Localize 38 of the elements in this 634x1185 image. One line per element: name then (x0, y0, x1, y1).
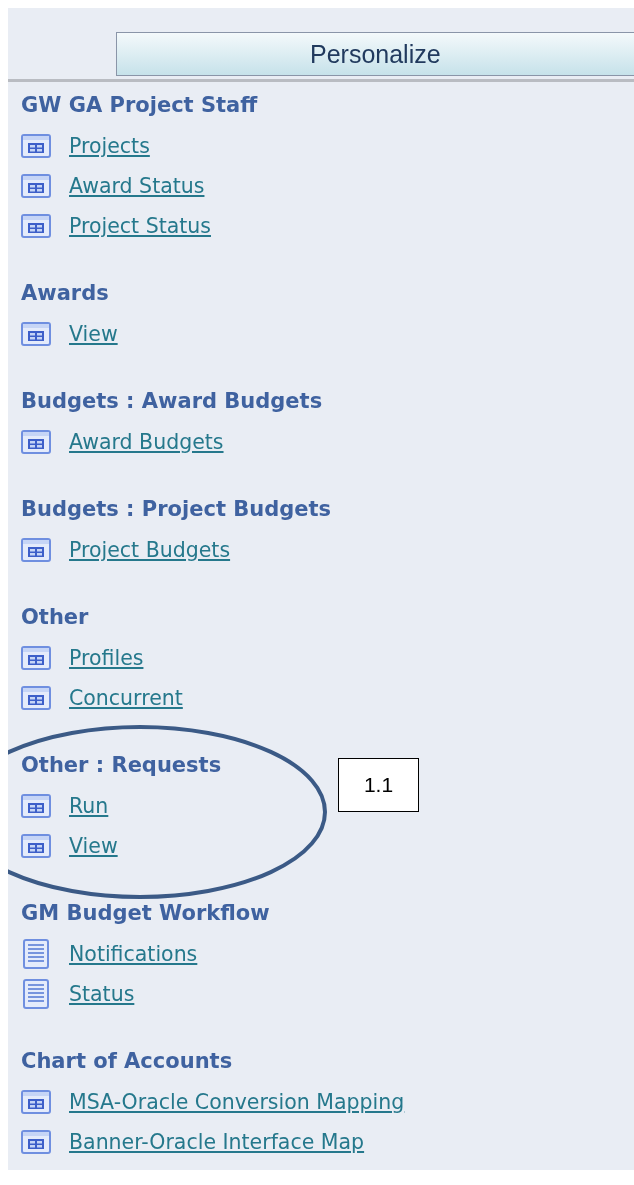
form-icon (21, 834, 51, 858)
menu-link[interactable]: Project Budgets (69, 534, 231, 566)
personalize-button[interactable]: Personalize (116, 32, 634, 76)
form-icon (21, 322, 51, 346)
form-icon (21, 538, 51, 562)
document-icon (21, 939, 51, 969)
menu-link[interactable]: Award Budgets (69, 426, 224, 458)
form-icon (21, 1130, 51, 1154)
section-heading: Other (21, 604, 90, 631)
menu-link[interactable]: Award Status (69, 170, 205, 202)
form-icon (21, 646, 51, 670)
callout-label: 1.1 (338, 758, 419, 812)
menu-link[interactable]: Concurrent (69, 682, 183, 714)
document-icon (21, 979, 51, 1009)
menu-link[interactable]: Notifications (69, 938, 198, 970)
section-heading: GW GA Project Staff (21, 92, 259, 119)
menu-link[interactable]: Project Status (69, 210, 211, 242)
section-heading: Chart of Accounts (21, 1048, 234, 1075)
menu-link[interactable]: Projects (69, 130, 150, 162)
menu-link[interactable]: MSA-Oracle Conversion Mapping (69, 1086, 405, 1118)
menu-link[interactable]: Status (69, 978, 135, 1010)
form-icon (21, 794, 51, 818)
form-icon (21, 430, 51, 454)
menu-link[interactable]: Profiles (69, 642, 144, 674)
menu-link[interactable]: View (69, 318, 118, 350)
section-heading: Budgets : Award Budgets (21, 388, 324, 415)
section-heading: Other : Requests (21, 752, 223, 779)
menu-link[interactable]: Banner-Oracle Interface Map (69, 1126, 365, 1158)
menu-link[interactable]: Run (69, 790, 109, 822)
section-heading: Awards (21, 280, 110, 307)
section-heading: Budgets : Project Budgets (21, 496, 333, 523)
menu-link[interactable]: View (69, 830, 118, 862)
form-icon (21, 134, 51, 158)
section-heading: GM Budget Workflow (21, 900, 271, 927)
form-icon (21, 214, 51, 238)
form-icon (21, 686, 51, 710)
form-icon (21, 174, 51, 198)
form-icon (21, 1090, 51, 1114)
